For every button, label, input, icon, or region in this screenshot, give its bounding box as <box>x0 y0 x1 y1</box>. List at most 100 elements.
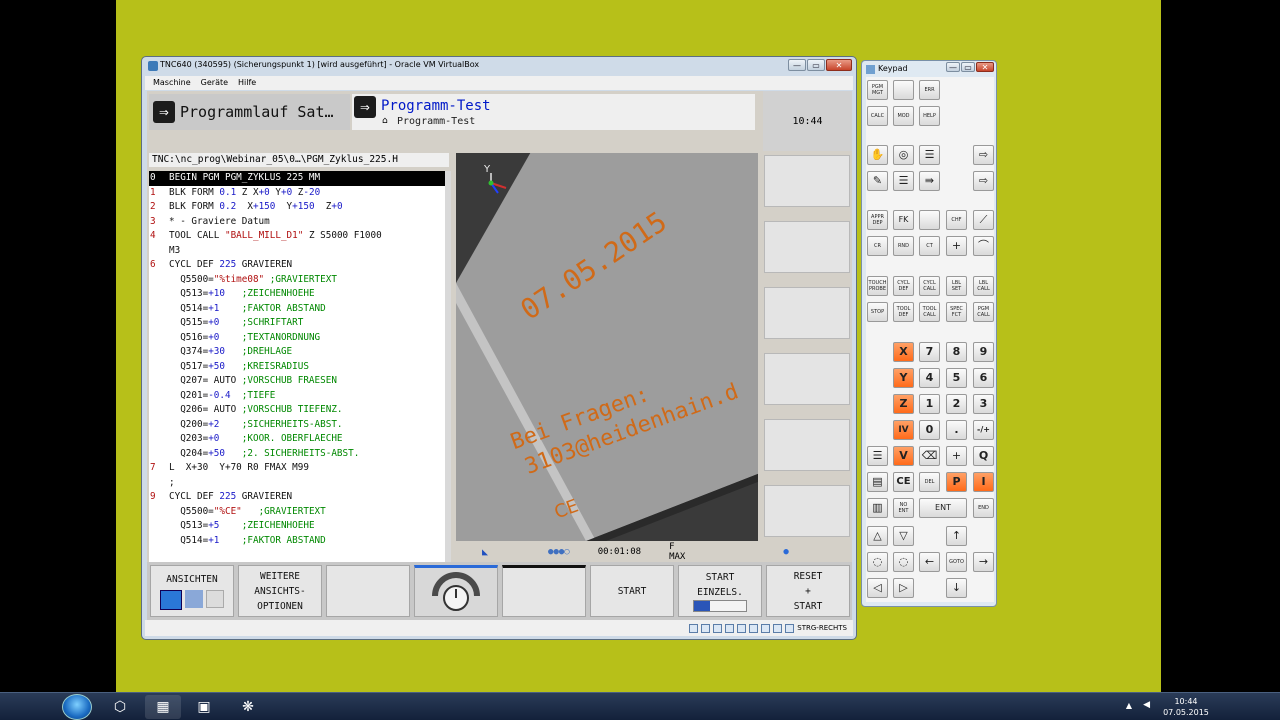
arrow-left-icon[interactable]: ← <box>919 552 940 572</box>
prev-tab-icon[interactable]: ◁ <box>867 578 888 598</box>
key-4[interactable]: 4 <box>919 368 940 388</box>
key-cr[interactable]: CR <box>867 236 888 256</box>
softkey-empty-3[interactable] <box>326 565 410 617</box>
rotate-right-icon[interactable]: ◌ <box>893 552 914 572</box>
key-z[interactable]: Z <box>893 394 914 414</box>
key-cycl-call[interactable]: CYCL CALL <box>919 276 940 296</box>
circle-icon[interactable]: ⌒ <box>973 236 994 256</box>
list-icon[interactable]: ☰ <box>867 446 888 466</box>
rotate-left-icon[interactable]: ◌ <box>867 552 888 572</box>
key-tool-call[interactable]: TOOL CALL <box>919 302 940 322</box>
positioning-icon[interactable]: ☰ <box>919 145 940 165</box>
key-7[interactable]: 7 <box>919 342 940 362</box>
key-iv[interactable]: IV <box>893 420 914 440</box>
program-line[interactable]: 2 BLK FORM 0.2 X+150 Y+150 Z+0 <box>149 200 445 215</box>
key-q[interactable]: Q <box>973 446 994 466</box>
program-line[interactable]: Q515=+0 ;SCHRIFTART <box>149 316 445 331</box>
minimize-button[interactable]: — <box>788 59 806 71</box>
key-ce[interactable]: CE <box>893 472 914 492</box>
key-1[interactable]: 1 <box>919 394 940 414</box>
program-line[interactable]: 4 TOOL CALL "BALL_MILL_D1" Z S5000 F1000 <box>149 229 445 244</box>
program-line[interactable]: Q200=+2 ;SICHERHEITS-ABST. <box>149 418 445 433</box>
arrow-up-icon[interactable]: ↑ <box>946 526 967 546</box>
page-down-icon[interactable]: ▽ <box>893 526 914 546</box>
keypad-close-button[interactable]: ✕ <box>976 62 994 72</box>
program-scrollbar[interactable] <box>445 171 451 609</box>
program-line[interactable]: Q374=+30 ;DREHLAGE <box>149 345 445 360</box>
key-touch-probe[interactable]: TOUCH PROBE <box>867 276 888 296</box>
program-line[interactable]: Q5500="%CE" ;GRAVIERTEXT <box>149 505 445 520</box>
vertical-softkey-6[interactable] <box>764 485 850 537</box>
key-3[interactable]: 3 <box>973 394 994 414</box>
keypad-taskbar-icon[interactable]: ▦ <box>145 695 181 719</box>
key-0[interactable]: 0 <box>919 420 940 440</box>
vertical-softkey-5[interactable] <box>764 419 850 471</box>
key-appr-dep[interactable]: APPR DEP <box>867 210 888 230</box>
backspace-icon[interactable]: ⌫ <box>919 446 940 466</box>
program-line[interactable]: ; <box>149 476 445 491</box>
virtualbox-taskbar-icon[interactable]: ⬡ <box>102 695 138 719</box>
key-spec-fct[interactable]: SPEC FCT <box>946 302 967 322</box>
key-v[interactable]: V <box>893 446 914 466</box>
block-icon[interactable]: ▤ <box>867 472 888 492</box>
program-line[interactable]: 3 * - Graviere Datum <box>149 215 445 230</box>
vertical-softkey-3[interactable] <box>764 287 850 339</box>
full-sequence-icon[interactable]: ⇛ <box>919 171 940 191</box>
network-app-taskbar-icon[interactable]: ❋ <box>230 695 266 719</box>
key-blank[interactable] <box>893 80 914 100</box>
key-2[interactable]: 2 <box>946 394 967 414</box>
tray-clock[interactable]: 10:44 07.05.2015 <box>1156 696 1216 718</box>
program-line[interactable]: Q201=-0.4 ;TIEFE <box>149 389 445 404</box>
keypad-minimize-button[interactable]: — <box>946 62 960 72</box>
maximize-button[interactable]: ▭ <box>807 59 825 71</box>
program-line[interactable]: Q516=+0 ;TEXTANORDNUNG <box>149 331 445 346</box>
program-line[interactable]: 0 BEGIN PGM PGM_ZYKLUS 225 MM <box>149 171 445 186</box>
insert-icon[interactable]: ▥ <box>867 498 888 518</box>
key-pgm-call[interactable]: PGM CALL <box>973 302 994 322</box>
key-stop[interactable]: STOP <box>867 302 888 322</box>
line-key-icon[interactable]: ⟋ <box>973 210 994 230</box>
editor-icon[interactable]: ✎ <box>867 171 888 191</box>
circle-center-icon[interactable]: + <box>946 236 967 256</box>
key-y[interactable]: Y <box>893 368 914 388</box>
single-block-key-icon[interactable]: ☰ <box>893 171 914 191</box>
key-i[interactable]: I <box>973 472 994 492</box>
next-tab-icon[interactable]: ▷ <box>893 578 914 598</box>
keypad-maximize-button[interactable]: ▭ <box>961 62 975 72</box>
arrow-right-icon[interactable]: → <box>973 552 994 572</box>
explorer-taskbar-icon[interactable]: ▣ <box>186 695 222 719</box>
program-line[interactable]: 6 CYCL DEF 225 GRAVIEREN <box>149 258 445 273</box>
softkey-speed-dial[interactable] <box>414 565 498 617</box>
program-line[interactable]: Q5500="%time08" ;GRAVIERTEXT <box>149 273 445 288</box>
program-line[interactable]: Q204=+50 ;2. SICHERHEITS-ABST. <box>149 447 445 462</box>
program-line[interactable]: Q207= AUTO ;VORSCHUB FRAESEN <box>149 374 445 389</box>
page-up-icon[interactable]: △ <box>867 526 888 546</box>
menu-maschine[interactable]: Maschine <box>153 78 191 88</box>
program-line[interactable]: Q514=+1 ;FAKTOR ABSTAND <box>149 302 445 317</box>
menu-geraete[interactable]: Geräte <box>201 78 228 88</box>
program-line[interactable]: Q206= AUTO ;VORSCHUB TIEFENZ. <box>149 403 445 418</box>
program-line[interactable]: Q517=+50 ;KREISRADIUS <box>149 360 445 375</box>
menu-hilfe[interactable]: Hilfe <box>238 78 256 88</box>
volume-icon[interactable]: ◀ <box>1143 700 1150 710</box>
vertical-softkey-2[interactable] <box>764 221 850 273</box>
key-p[interactable]: P <box>946 472 967 492</box>
key-x[interactable]: X <box>893 342 914 362</box>
key-goto[interactable]: GOTO <box>946 552 967 572</box>
key-5[interactable]: 5 <box>946 368 967 388</box>
key-help[interactable]: HELP <box>919 106 940 126</box>
key-ent[interactable]: ENT <box>919 498 967 518</box>
handwheel-icon[interactable]: ◎ <box>893 145 914 165</box>
key-blank-2[interactable] <box>919 210 940 230</box>
program-listing[interactable]: 0 BEGIN PGM PGM_ZYKLUS 225 MM 1 BLK FORM 0… <box>149 171 445 609</box>
program-line[interactable]: Q513=+5 ;ZEICHENHOEHE <box>149 519 445 534</box>
manual-mode-icon[interactable]: ✋ <box>867 145 888 165</box>
key-end[interactable]: END <box>973 498 994 518</box>
key-del[interactable]: DEL <box>919 472 940 492</box>
key-calc[interactable]: CALC <box>867 106 888 126</box>
key-lbl-set[interactable]: LBL SET <box>946 276 967 296</box>
program-line[interactable]: 7L X+30 Y+70 R0 FMAX M99 <box>149 461 445 476</box>
key-mod[interactable]: MOD <box>893 106 914 126</box>
key-6[interactable]: 6 <box>973 368 994 388</box>
key-fk[interactable]: FK <box>893 210 914 230</box>
